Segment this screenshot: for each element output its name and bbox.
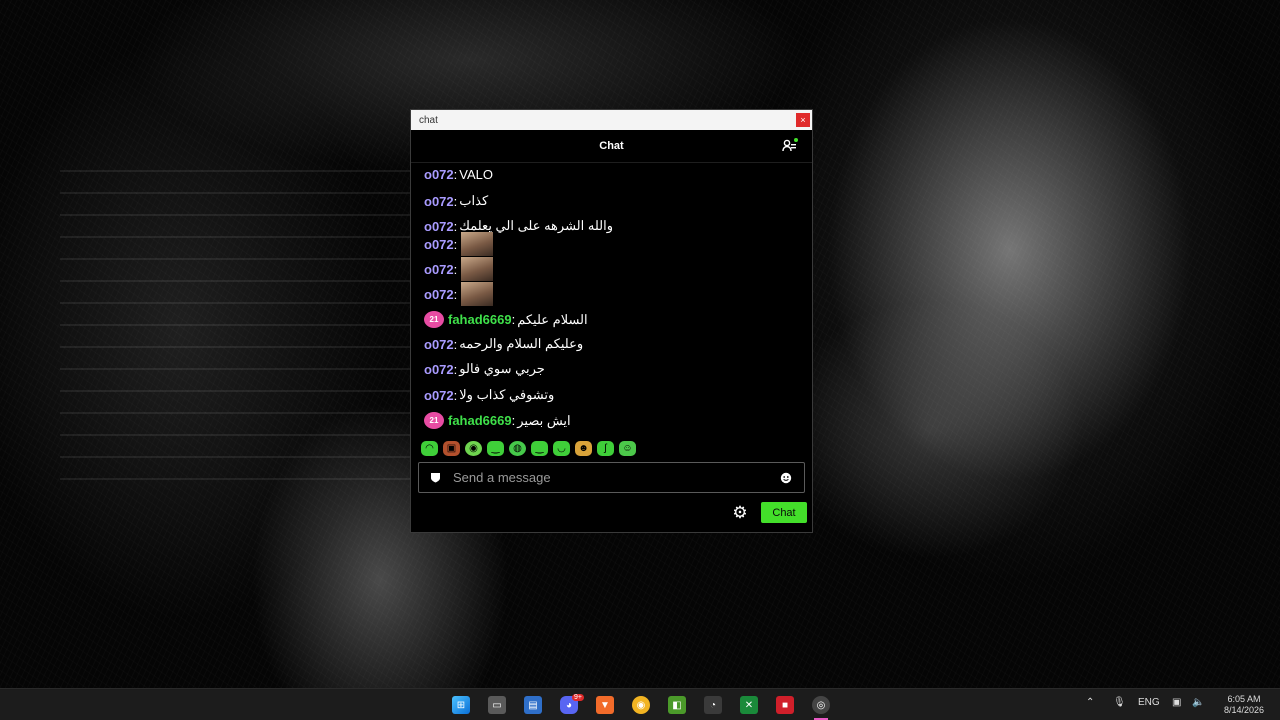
username[interactable]: fahad6669 — [448, 413, 512, 428]
chat-message: o072: وتشوفي كذاب ولا — [424, 387, 554, 403]
chat-send-button[interactable]: Chat — [761, 502, 807, 523]
chat-window[interactable]: chat × Chat o072: VALO o072: كذاب o072: … — [410, 109, 813, 533]
obs-icon[interactable]: ◎ — [812, 696, 830, 714]
close-button[interactable]: × — [796, 113, 810, 127]
clock-date: 8/14/2026 — [1223, 705, 1264, 715]
gear-icon[interactable]: ⚙ — [731, 504, 749, 522]
discord-badge: 9+ — [572, 694, 584, 701]
emote-icon[interactable]: ☻ — [575, 441, 592, 456]
username[interactable]: o072 — [424, 287, 454, 302]
chat-message: o072: وعليكم السلام والرحمه — [424, 336, 583, 352]
taskbar: ⊞ ▭ ▤ ◕ 9+ ▼ ◉ ◧ ◔ ✕ ■ ◎ ⌃ 🎙 ENG ▣ 🔈 6:0… — [0, 688, 1280, 720]
message-text: وتشوفي كذاب ولا — [459, 387, 555, 402]
message-text: VALO — [459, 167, 493, 182]
message-input-box[interactable] — [418, 462, 805, 493]
chat-header: Chat — [411, 130, 812, 163]
controller-icon[interactable]: ◔ — [704, 696, 722, 714]
store-icon[interactable]: ▤ — [524, 696, 542, 714]
window-titlebar[interactable]: chat × — [411, 110, 812, 130]
sub-badge: 21 — [424, 311, 444, 328]
emote-icon[interactable]: ▣ — [443, 441, 460, 456]
chevron-up-icon[interactable]: ⌃ — [1086, 697, 1094, 708]
username[interactable]: o072 — [424, 388, 454, 403]
separator: : — [453, 236, 458, 252]
message-text: وعليكم السلام والرحمه — [459, 336, 584, 351]
message-list[interactable]: o072: VALO o072: كذاب o072: والله الشرهه… — [411, 162, 809, 440]
chat-message: o072: كذاب — [424, 193, 488, 209]
chat-message: o072: — [424, 282, 494, 306]
chat-title: Chat — [599, 140, 624, 152]
username[interactable]: o072 — [424, 167, 454, 182]
username[interactable]: fahad6669 — [448, 312, 512, 327]
start-icon[interactable]: ⊞ — [452, 696, 470, 714]
image-thumbnail[interactable] — [461, 282, 494, 306]
message-text: ايش بصير — [517, 412, 571, 428]
separator: : — [453, 286, 458, 302]
emote-icon[interactable]: ◉ — [465, 441, 482, 456]
emote-icon[interactable]: ʃ — [597, 441, 614, 456]
network-icon[interactable]: ▣ — [1172, 697, 1181, 708]
app-icon[interactable]: ◉ — [632, 696, 650, 714]
emote-icon[interactable]: ‿ — [487, 441, 504, 456]
task-view-icon[interactable]: ▭ — [488, 696, 506, 714]
chat-message: 21 fahad6669: ايش بصير — [424, 412, 571, 429]
image-thumbnail[interactable] — [461, 257, 494, 281]
message-input[interactable] — [451, 469, 780, 486]
chat-message: o072: VALO — [424, 167, 493, 182]
nvidia-icon[interactable]: ◧ — [668, 696, 686, 714]
username[interactable]: o072 — [424, 337, 454, 352]
volume-icon[interactable]: 🔈 — [1192, 697, 1204, 708]
emoji-icon[interactable] — [780, 472, 792, 484]
shield-icon — [431, 473, 440, 483]
separator: : — [453, 361, 458, 377]
chat-message: o072: — [424, 257, 494, 281]
microphone-icon[interactable]: 🎙 — [1113, 697, 1126, 708]
separator: : — [453, 336, 458, 352]
language-indicator[interactable]: ENG — [1138, 697, 1160, 708]
separator: : — [453, 261, 458, 277]
chat-message: o072: — [424, 232, 494, 256]
username[interactable]: o072 — [424, 194, 454, 209]
emote-bar: ◠ ▣ ◉ ‿ ◍ ‿ ◡ ☻ ʃ ☺ — [421, 441, 636, 456]
separator: : — [511, 312, 516, 327]
message-text: السلام عليكم — [517, 311, 588, 327]
username[interactable]: o072 — [424, 237, 454, 252]
emote-icon[interactable]: ◍ — [509, 441, 526, 456]
separator: : — [453, 387, 458, 403]
emote-icon[interactable]: ☺ — [619, 441, 636, 456]
clock[interactable]: 6:05 AM 8/14/2026 — [1224, 694, 1264, 716]
users-icon[interactable] — [782, 138, 798, 154]
emote-icon[interactable]: ◡ — [553, 441, 570, 456]
separator: : — [453, 193, 458, 209]
separator: : — [511, 413, 516, 428]
window-title: chat — [419, 114, 438, 126]
message-text: جربي سوي فالو — [459, 361, 545, 376]
emote-icon[interactable]: ◠ — [421, 441, 438, 456]
media-app-icon[interactable]: ■ — [776, 696, 794, 714]
emote-icon[interactable]: ‿ — [531, 441, 548, 456]
terminal-icon[interactable]: ✕ — [740, 696, 758, 714]
message-text: كذاب — [459, 193, 489, 208]
brave-icon[interactable]: ▼ — [596, 696, 614, 714]
clock-time: 6:05 AM — [1227, 694, 1261, 704]
sub-badge: 21 — [424, 412, 444, 429]
separator: : — [453, 167, 458, 182]
image-thumbnail[interactable] — [461, 232, 494, 256]
chat-message: o072: جربي سوي فالو — [424, 361, 545, 377]
chat-message: 21 fahad6669: السلام عليكم — [424, 311, 588, 328]
wallpaper-text-texture — [60, 150, 410, 480]
username[interactable]: o072 — [424, 262, 454, 277]
username[interactable]: o072 — [424, 362, 454, 377]
